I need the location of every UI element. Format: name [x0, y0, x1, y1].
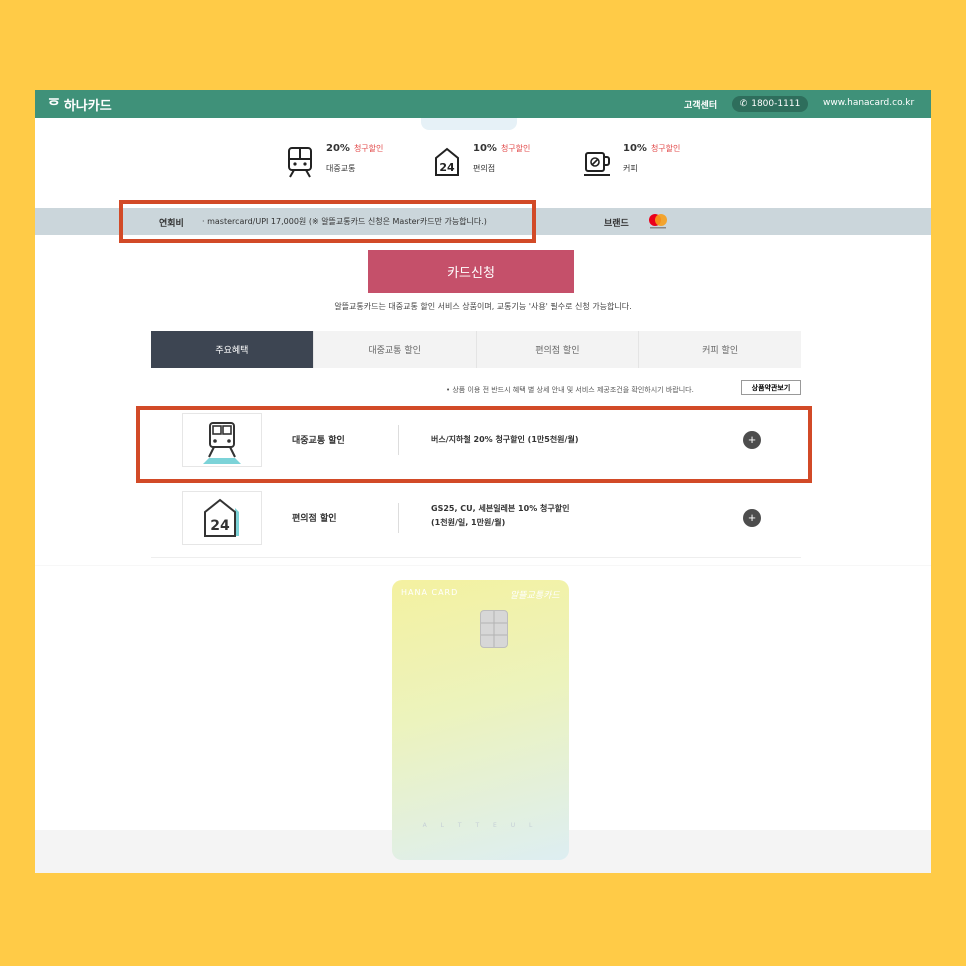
convenience-store-24-icon: 24 [204, 498, 239, 537]
screenshot-frame: ᅙ 하나카드 고객센터 ✆ 1800-1111 www.hanacard.co.… [35, 90, 931, 873]
product-terms-button[interactable]: 상품약관보기 [741, 380, 801, 395]
tab-transit-discount[interactable]: 대중교통 할인 [314, 331, 477, 368]
highlight-box-transit [136, 406, 812, 483]
card-issuer: HANA CARD [401, 588, 459, 597]
logo-text: 하나카드 [63, 99, 112, 114]
chip-icon [480, 610, 508, 648]
hana-logo-icon: ᅙ [47, 96, 61, 114]
top-bar: ᅙ 하나카드 고객센터 ✆ 1800-1111 www.hanacard.co.… [35, 90, 931, 118]
card-image: HANA CARD 알뜰교통카드 A L T T E U L [392, 580, 569, 860]
svg-text:24: 24 [439, 161, 455, 174]
benefit-tabs: 주요혜택 대중교통 할인 편의점 할인 커피 할인 [151, 331, 801, 368]
benefit-desc: GS25, CU, 세븐일레븐 10% 청구할인 (1천원/일, 1만원/월) [431, 502, 569, 530]
hana-card-logo[interactable]: ᅙ 하나카드 [47, 94, 112, 115]
benefit-row-convenience[interactable]: 24 편의점 할인 GS25, CU, 세븐일레븐 10% 청구할인 (1천원/… [151, 483, 801, 553]
divider [151, 557, 801, 558]
divider [398, 503, 399, 533]
tab-convenience-discount[interactable]: 편의점 할인 [477, 331, 640, 368]
train-icon [288, 147, 312, 178]
notice-text: • 상품 이용 전 반드시 혜택 별 상세 안내 및 서비스 제공조건을 확인하… [446, 386, 694, 394]
phone-icon: ✆ [739, 99, 748, 109]
top-tab-handle [421, 118, 517, 130]
phone-badge[interactable]: ✆ 1800-1111 [732, 96, 808, 112]
card-bottom-text: A L T T E U L [422, 822, 539, 829]
convenience-store-24-icon: 24 [435, 147, 459, 176]
benefit-tag: 청구할인 [500, 144, 531, 153]
brand-label: 브랜드 [604, 219, 629, 229]
benefit-title: 편의점 할인 [292, 514, 337, 524]
apply-note: 알뜰교통카드는 대중교통 할인 서비스 상품이며, 교통기능 '사용' 필수로 … [334, 302, 632, 311]
benefit-percent: 10% [473, 143, 497, 154]
benefit-name: 커피 [623, 164, 638, 173]
coffee-cup-icon [584, 152, 610, 176]
customer-center-link[interactable]: 고객센터 [684, 98, 717, 111]
tab-coffee-discount[interactable]: 커피 할인 [639, 331, 801, 368]
benefit-percent: 10% [623, 143, 647, 154]
svg-text:24: 24 [210, 518, 230, 534]
mastercard-icon [649, 214, 667, 229]
benefit-desc-line: GS25, CU, 세븐일레븐 10% 청구할인 [431, 504, 570, 513]
benefit-name: 편의점 [473, 164, 496, 173]
card-name: 알뜰교통카드 [510, 591, 560, 601]
phone-number: 1800-1111 [751, 99, 801, 109]
benefit-name: 대중교통 [326, 164, 356, 173]
benefit-desc-line: (1천원/일, 1만원/월) [431, 518, 506, 527]
benefit-thumb: 24 [182, 491, 262, 545]
website-link[interactable]: www.hanacard.co.kr [823, 98, 914, 108]
benefit-summary: 20% 청구할인 대중교통 24 10% 청구할인 편의점 10% 청구할인 커피 [35, 138, 931, 188]
expand-plus-icon[interactable]: + [743, 509, 761, 527]
benefit-percent: 20% [326, 143, 350, 154]
card-apply-button[interactable]: 카드신청 [368, 250, 574, 293]
benefit-tag: 청구할인 [650, 144, 681, 153]
benefit-tag: 청구할인 [353, 144, 384, 153]
tab-main-benefits[interactable]: 주요혜택 [151, 331, 314, 368]
highlight-box-annual-fee [119, 200, 536, 243]
